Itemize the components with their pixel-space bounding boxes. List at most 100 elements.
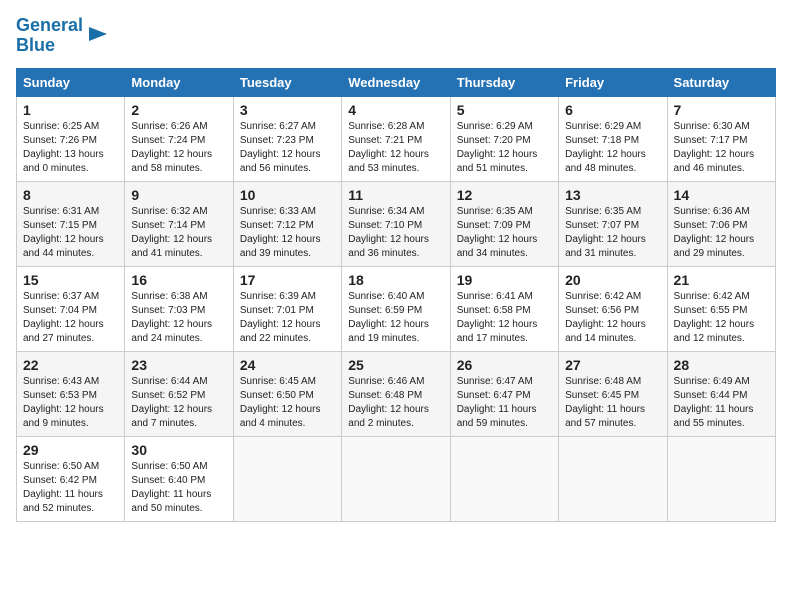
- day-info: Sunrise: 6:26 AM Sunset: 7:24 PM Dayligh…: [131, 120, 226, 176]
- calendar-cell: [233, 436, 341, 521]
- day-info: Sunrise: 6:36 AM Sunset: 7:06 PM Dayligh…: [674, 205, 769, 261]
- day-number: 8: [23, 187, 118, 203]
- logo-blue: Blue: [16, 35, 55, 55]
- day-info: Sunrise: 6:37 AM Sunset: 7:04 PM Dayligh…: [23, 290, 118, 346]
- calendar-table: SundayMondayTuesdayWednesdayThursdayFrid…: [16, 68, 776, 522]
- day-number: 22: [23, 357, 118, 373]
- day-number: 11: [348, 187, 443, 203]
- day-info: Sunrise: 6:39 AM Sunset: 7:01 PM Dayligh…: [240, 290, 335, 346]
- calendar-cell: 28 Sunrise: 6:49 AM Sunset: 6:44 PM Dayli…: [667, 351, 775, 436]
- day-info: Sunrise: 6:49 AM Sunset: 6:44 PM Dayligh…: [674, 375, 769, 431]
- day-info: Sunrise: 6:48 AM Sunset: 6:45 PM Dayligh…: [565, 375, 660, 431]
- calendar-cell: 23 Sunrise: 6:44 AM Sunset: 6:52 PM Dayli…: [125, 351, 233, 436]
- week-row-5: 29Sunrise: 6:50 AM Sunset: 6:42 PM Dayli…: [17, 436, 776, 521]
- day-header-saturday: Saturday: [667, 68, 775, 96]
- day-info: Sunrise: 6:47 AM Sunset: 6:47 PM Dayligh…: [457, 375, 552, 431]
- day-info: Sunrise: 6:42 AM Sunset: 6:56 PM Dayligh…: [565, 290, 660, 346]
- day-info: Sunrise: 6:30 AM Sunset: 7:17 PM Dayligh…: [674, 120, 769, 176]
- day-number: 24: [240, 357, 335, 373]
- calendar-cell: 4 Sunrise: 6:28 AM Sunset: 7:21 PM Daylig…: [342, 96, 450, 181]
- header-row: SundayMondayTuesdayWednesdayThursdayFrid…: [17, 68, 776, 96]
- calendar-cell: 18 Sunrise: 6:40 AM Sunset: 6:59 PM Dayli…: [342, 266, 450, 351]
- day-info: Sunrise: 6:28 AM Sunset: 7:21 PM Dayligh…: [348, 120, 443, 176]
- calendar-cell: 30Sunrise: 6:50 AM Sunset: 6:40 PM Dayli…: [125, 436, 233, 521]
- calendar-cell: 26 Sunrise: 6:47 AM Sunset: 6:47 PM Dayli…: [450, 351, 558, 436]
- calendar-cell: 8 Sunrise: 6:31 AM Sunset: 7:15 PM Daylig…: [17, 181, 125, 266]
- day-number: 2: [131, 102, 226, 118]
- day-info: Sunrise: 6:42 AM Sunset: 6:55 PM Dayligh…: [674, 290, 769, 346]
- calendar-cell: [342, 436, 450, 521]
- day-number: 14: [674, 187, 769, 203]
- day-number: 20: [565, 272, 660, 288]
- day-info: Sunrise: 6:32 AM Sunset: 7:14 PM Dayligh…: [131, 205, 226, 261]
- calendar-cell: 12Sunrise: 6:35 AM Sunset: 7:09 PM Dayli…: [450, 181, 558, 266]
- day-number: 4: [348, 102, 443, 118]
- day-info: Sunrise: 6:34 AM Sunset: 7:10 PM Dayligh…: [348, 205, 443, 261]
- calendar-cell: 2 Sunrise: 6:26 AM Sunset: 7:24 PM Daylig…: [125, 96, 233, 181]
- calendar-cell: 9Sunrise: 6:32 AM Sunset: 7:14 PM Daylig…: [125, 181, 233, 266]
- calendar-cell: 19 Sunrise: 6:41 AM Sunset: 6:58 PM Dayli…: [450, 266, 558, 351]
- calendar-cell: 10 Sunrise: 6:33 AM Sunset: 7:12 PM Dayli…: [233, 181, 341, 266]
- day-info: Sunrise: 6:35 AM Sunset: 7:07 PM Dayligh…: [565, 205, 660, 261]
- day-info: Sunrise: 6:25 AM Sunset: 7:26 PM Dayligh…: [23, 120, 118, 176]
- day-number: 10: [240, 187, 335, 203]
- calendar-cell: 13 Sunrise: 6:35 AM Sunset: 7:07 PM Dayli…: [559, 181, 667, 266]
- week-row-1: 1 Sunrise: 6:25 AM Sunset: 7:26 PM Daylig…: [17, 96, 776, 181]
- day-number: 25: [348, 357, 443, 373]
- day-header-tuesday: Tuesday: [233, 68, 341, 96]
- day-number: 19: [457, 272, 552, 288]
- week-row-3: 15 Sunrise: 6:37 AM Sunset: 7:04 PM Dayli…: [17, 266, 776, 351]
- day-info: Sunrise: 6:43 AM Sunset: 6:53 PM Dayligh…: [23, 375, 118, 431]
- day-info: Sunrise: 6:45 AM Sunset: 6:50 PM Dayligh…: [240, 375, 335, 431]
- day-info: Sunrise: 6:46 AM Sunset: 6:48 PM Dayligh…: [348, 375, 443, 431]
- day-number: 23: [131, 357, 226, 373]
- calendar-cell: 17Sunrise: 6:39 AM Sunset: 7:01 PM Dayli…: [233, 266, 341, 351]
- calendar-cell: 7 Sunrise: 6:30 AM Sunset: 7:17 PM Daylig…: [667, 96, 775, 181]
- calendar-cell: 14 Sunrise: 6:36 AM Sunset: 7:06 PM Dayli…: [667, 181, 775, 266]
- day-number: 15: [23, 272, 118, 288]
- calendar-cell: [667, 436, 775, 521]
- day-number: 1: [23, 102, 118, 118]
- day-info: Sunrise: 6:41 AM Sunset: 6:58 PM Dayligh…: [457, 290, 552, 346]
- day-number: 28: [674, 357, 769, 373]
- day-info: Sunrise: 6:29 AM Sunset: 7:20 PM Dayligh…: [457, 120, 552, 176]
- calendar-cell: 22 Sunrise: 6:43 AM Sunset: 6:53 PM Dayli…: [17, 351, 125, 436]
- calendar-cell: 24 Sunrise: 6:45 AM Sunset: 6:50 PM Dayli…: [233, 351, 341, 436]
- day-info: Sunrise: 6:33 AM Sunset: 7:12 PM Dayligh…: [240, 205, 335, 261]
- calendar-cell: 3Sunrise: 6:27 AM Sunset: 7:23 PM Daylig…: [233, 96, 341, 181]
- day-number: 3: [240, 102, 335, 118]
- day-number: 26: [457, 357, 552, 373]
- day-header-sunday: Sunday: [17, 68, 125, 96]
- calendar-cell: 15 Sunrise: 6:37 AM Sunset: 7:04 PM Dayli…: [17, 266, 125, 351]
- calendar-cell: 6 Sunrise: 6:29 AM Sunset: 7:18 PM Daylig…: [559, 96, 667, 181]
- day-number: 5: [457, 102, 552, 118]
- day-number: 16: [131, 272, 226, 288]
- day-info: Sunrise: 6:40 AM Sunset: 6:59 PM Dayligh…: [348, 290, 443, 346]
- logo-text-block: General Blue: [16, 16, 109, 56]
- calendar-cell: 11 Sunrise: 6:34 AM Sunset: 7:10 PM Dayli…: [342, 181, 450, 266]
- day-header-friday: Friday: [559, 68, 667, 96]
- calendar-cell: 21 Sunrise: 6:42 AM Sunset: 6:55 PM Dayli…: [667, 266, 775, 351]
- day-info: Sunrise: 6:50 AM Sunset: 6:40 PM Dayligh…: [131, 460, 226, 516]
- calendar-cell: 1 Sunrise: 6:25 AM Sunset: 7:26 PM Daylig…: [17, 96, 125, 181]
- logo-arrow-icon: [87, 23, 109, 45]
- day-info: Sunrise: 6:44 AM Sunset: 6:52 PM Dayligh…: [131, 375, 226, 431]
- day-number: 27: [565, 357, 660, 373]
- week-row-4: 22 Sunrise: 6:43 AM Sunset: 6:53 PM Dayli…: [17, 351, 776, 436]
- logo: General Blue: [16, 16, 109, 56]
- day-info: Sunrise: 6:31 AM Sunset: 7:15 PM Dayligh…: [23, 205, 118, 261]
- day-header-monday: Monday: [125, 68, 233, 96]
- day-info: Sunrise: 6:29 AM Sunset: 7:18 PM Dayligh…: [565, 120, 660, 176]
- day-number: 6: [565, 102, 660, 118]
- day-number: 13: [565, 187, 660, 203]
- page-header: General Blue: [16, 16, 776, 56]
- day-header-thursday: Thursday: [450, 68, 558, 96]
- day-number: 18: [348, 272, 443, 288]
- day-number: 21: [674, 272, 769, 288]
- calendar-cell: 25 Sunrise: 6:46 AM Sunset: 6:48 PM Dayli…: [342, 351, 450, 436]
- logo-general: General: [16, 15, 83, 35]
- day-number: 7: [674, 102, 769, 118]
- calendar-cell: 27 Sunrise: 6:48 AM Sunset: 6:45 PM Dayli…: [559, 351, 667, 436]
- calendar-cell: 20 Sunrise: 6:42 AM Sunset: 6:56 PM Dayli…: [559, 266, 667, 351]
- calendar-cell: [450, 436, 558, 521]
